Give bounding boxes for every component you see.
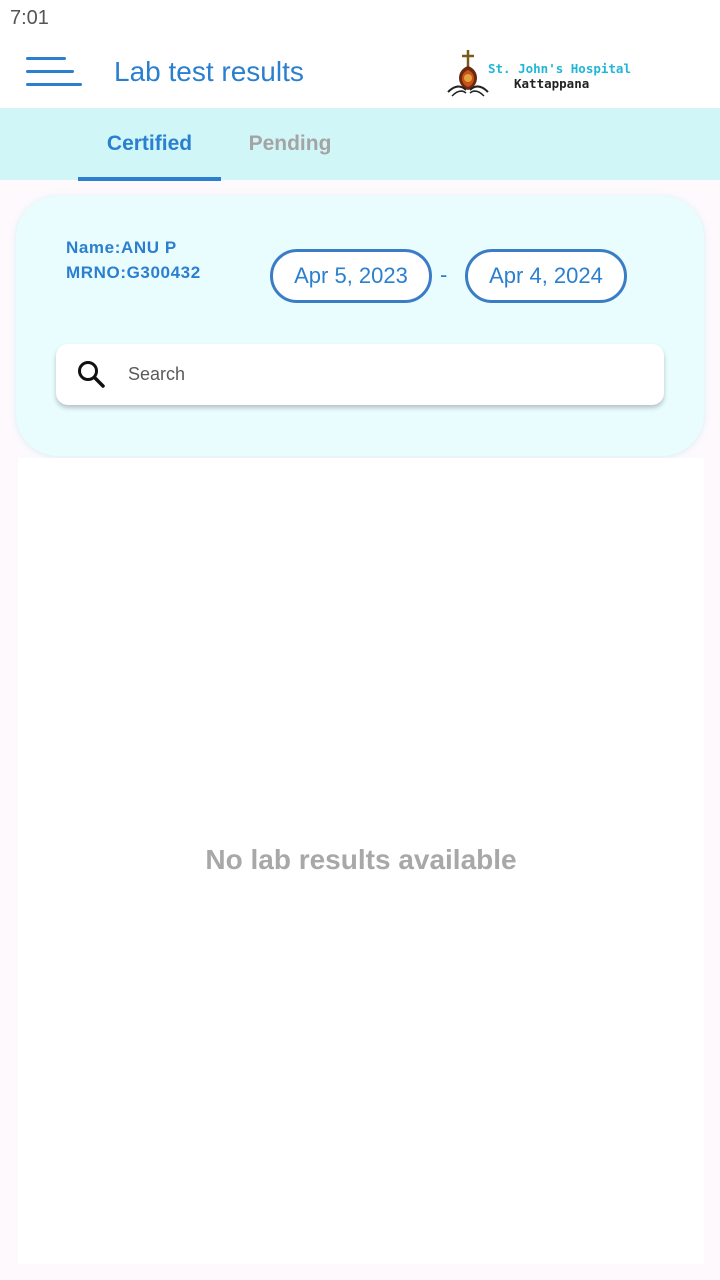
hospital-emblem-icon [447,50,489,97]
logo-hospital-place: Kattappana [514,76,590,91]
tab-certified[interactable]: Certified [78,108,221,180]
tab-bar: Certified Pending [0,108,720,181]
logo-hospital-name: St. John's Hospital [488,61,631,76]
status-time: 7:01 [10,7,49,29]
date-range-separator: - [440,262,448,287]
status-bar: 7:01 [0,0,720,38]
hospital-logo: St. John's Hospital Kattappana [444,48,634,98]
search-input[interactable] [128,354,628,394]
search-icon[interactable] [76,359,106,389]
patient-mrno: MRNO:G300432 [66,263,201,282]
tab-selected-indicator [78,177,221,181]
end-date-button[interactable]: Apr 4, 2024 [465,249,627,303]
search-bar[interactable] [56,344,664,405]
hamburger-menu-icon[interactable] [22,51,86,95]
patient-name: Name:ANU P [66,238,177,257]
results-list: No lab results available [18,458,704,1264]
tab-pending[interactable]: Pending [221,108,359,180]
page-title: Lab test results [114,56,304,87]
empty-results-message: No lab results available [205,844,517,875]
app-bar: Lab test results St. John's Hospital Kat… [0,38,720,108]
filter-card: Name:ANU P MRNO:G300432 Apr 5, 2023 - Ap… [16,196,704,456]
start-date-button[interactable]: Apr 5, 2023 [270,249,432,303]
